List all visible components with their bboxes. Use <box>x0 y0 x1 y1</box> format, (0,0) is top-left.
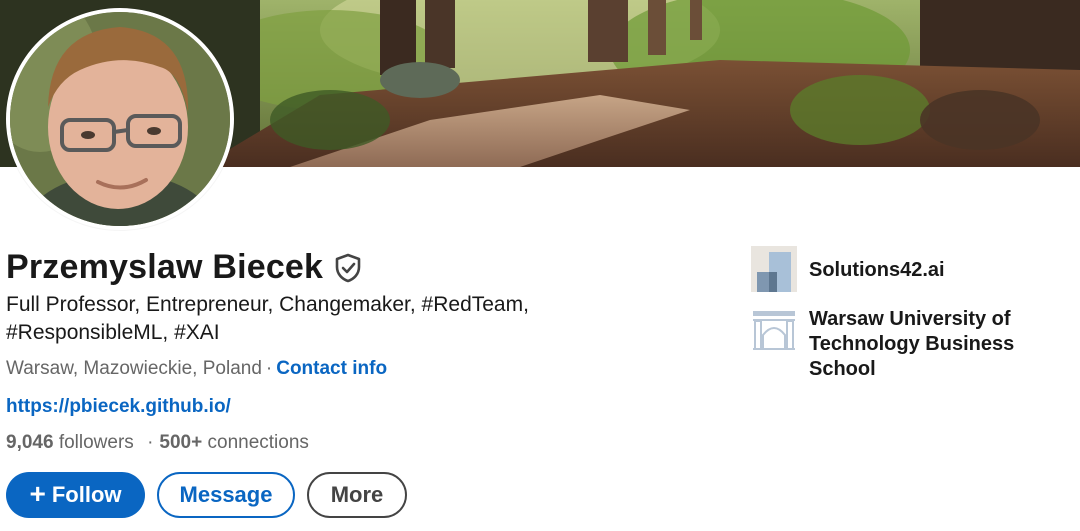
profile-photo[interactable] <box>6 8 234 230</box>
follow-button-label: Follow <box>51 482 122 507</box>
connections-count: 500+ <box>159 432 203 453</box>
profile-actions: + Follow Message More <box>6 472 407 518</box>
company-logo-icon <box>751 246 797 292</box>
name-row: Przemyslaw Biecek <box>6 248 363 287</box>
connections-label: connections <box>207 432 309 453</box>
profile-headline: Full Professor, Entrepreneur, Changemake… <box>6 293 529 344</box>
education-school[interactable]: Warsaw University of Technology Business… <box>751 307 1079 382</box>
company-name: Solutions42.ai <box>809 259 945 281</box>
current-company[interactable]: Solutions42.ai <box>751 246 945 292</box>
contact-info-link[interactable]: Contact info <box>276 358 387 379</box>
verified-shield-icon[interactable] <box>333 253 363 283</box>
followers-label: followers <box>58 432 134 453</box>
message-button[interactable]: Message <box>157 472 295 518</box>
profile-name: Przemyslaw Biecek <box>6 248 324 286</box>
profile-location: Warsaw, Mazowieckie, Poland <box>6 358 262 379</box>
follow-button[interactable]: + Follow <box>6 472 145 518</box>
separator-dot: · <box>265 358 273 379</box>
separator-dot: · <box>147 432 154 453</box>
plus-icon: + <box>29 478 46 509</box>
school-name: Warsaw University of Technology Business… <box>809 308 1015 380</box>
school-logo-icon <box>751 307 797 353</box>
followers-count: 9,046 <box>6 432 54 453</box>
location-row: Warsaw, Mazowieckie, Poland · Contact info <box>6 358 387 380</box>
more-button[interactable]: More <box>307 472 407 518</box>
network-stats: 9,046 followers · 500+ connections <box>6 432 309 454</box>
website-link[interactable]: https://pbiecek.github.io/ <box>6 396 231 418</box>
